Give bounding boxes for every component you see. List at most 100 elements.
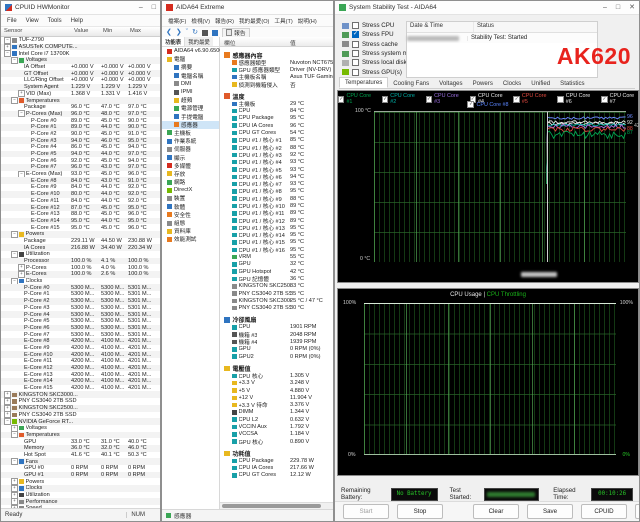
sensor-reading-row[interactable]: GPU 記憶體 36 °C [220,275,333,283]
sensor-row[interactable]: P-Core #1 5300 M... 5300 M... 5301 M... [1,291,160,298]
sensor-reading-row[interactable]: CPU #1 / 核心 #16 95 °C [220,246,333,254]
sensor-row[interactable]: P-Core #2 90.0 °C 45.0 °C 91.0 °C [1,131,160,138]
tab-cooling-fans[interactable]: Cooling Fans [388,79,434,88]
sensor-reading-row[interactable]: +3.3 V 待命 3.376 V [220,401,333,409]
nav-item[interactable]: 資料庫 [162,227,219,235]
sensor-row[interactable]: E-Core #8 4200 M... 4100 M... 4201 M... [1,337,160,345]
col-field[interactable]: 欄位 [224,38,236,47]
sensor-row[interactable]: GPU #1 0 RPM 0 RPM 0 RPM [1,471,160,479]
sensor-reading-row[interactable]: +5 V 4.880 V [220,387,333,394]
sensor-row[interactable]: P-Core #4 86.0 °C 45.0 °C 94.0 °C [1,144,160,151]
sensor-reading-row[interactable]: CPU IA Cores 96 °C [220,122,333,129]
sensor-row[interactable]: + E-Cores 100.0 % 2.6 % 100.0 % [1,270,160,278]
sensor-row[interactable]: − Fans [1,458,160,466]
tab-clocks[interactable]: Clocks [498,79,526,88]
log-col-datetime[interactable]: Date & Time [407,22,474,32]
sensor-row[interactable]: − TUF-Z790 [1,37,160,44]
sensor-row[interactable]: E-Core #14 95.0 °C 44.0 °C 95.0 °C [1,217,160,225]
nav-item[interactable]: 裝置 [162,194,219,202]
nav-item[interactable]: 電腦 [162,55,219,63]
sensor-reading-row[interactable]: 偵測到機箱侵入 否 [220,81,333,89]
checkbox-checked[interactable]: ✓ [352,31,359,39]
checkbox-unchecked[interactable] [352,59,359,67]
sensor-row[interactable]: P-Core #3 94.0 °C 46.0 °C 95.0 °C [1,137,160,144]
sensor-row[interactable]: E-Core #11 4200 M... 4100 M... 4201 M... [1,358,160,365]
tab-menu[interactable]: 功能表 [162,37,186,46]
sensor-row[interactable]: P-Core #6 92.0 °C 45.0 °C 94.0 °C [1,157,160,164]
sensor-row[interactable]: − E-Cores (Max) 93.0 °C 45.0 °C 96.0 °C [1,170,160,178]
menu-item[interactable]: View [26,18,39,24]
sensor-row[interactable]: Hot Spot 41.6 °C 40.1 °C 50.3 °C [1,452,160,459]
nav-item[interactable]: 效能測試 [162,235,219,243]
sensor-row[interactable]: E-Core #10 80.0 °C 44.0 °C 92.0 °C [1,190,160,198]
col-sensor[interactable]: Sensor [4,28,22,34]
tab-voltages[interactable]: Voltages [434,79,467,88]
sensor-row[interactable]: P-Core #2 5300 M... 5300 M... 5301 M... [1,297,160,305]
sensor-row[interactable]: + Clocks [1,484,160,492]
nav-item[interactable]: 安全性 [162,211,219,219]
sensor-row[interactable]: E-Core #14 4200 M... 4100 M... 4201 M... [1,378,160,385]
sensor-row[interactable]: GPU #0 0 RPM 0 RPM 0 RPM [1,465,160,472]
col-value[interactable]: 值 [290,38,296,47]
sensor-row[interactable]: IA Cores 216.88 W 34.40 W 220.34 W [1,244,160,251]
tab-temperatures[interactable]: Temperatures [339,77,389,88]
sensor-reading-row[interactable]: 主機板 29 °C [220,100,333,108]
sensor-reading-row[interactable]: CPU Package 229.78 W [220,457,333,464]
sensor-row[interactable]: P-Core #3 5300 M... 5300 M... 5301 M... [1,305,160,312]
sensor-row[interactable]: − Powers [1,230,160,238]
sensor-row[interactable]: P-Core #4 5300 M... 5300 M... 5301 M... [1,311,160,318]
nav-item[interactable]: 軟體 [162,203,219,211]
cpuid-button[interactable]: CPUID [581,504,627,519]
menu-item[interactable]: 說明(H) [298,17,317,25]
maximize-icon[interactable]: □ [152,4,156,11]
sensor-row[interactable]: E-Core #12 87.0 °C 45.0 °C 95.0 °C [1,204,160,211]
sensor-row[interactable]: + PNY CS3040 2TB SSD [1,397,160,405]
checkbox-unchecked[interactable] [352,50,359,58]
menu-item[interactable]: 檢視(V) [191,17,210,25]
sensor-reading-row[interactable]: GPU 核心 0.890 V [220,438,333,446]
nav-item[interactable]: 手提電腦 [162,113,219,121]
nav-item[interactable]: 作業系統 [162,137,219,145]
sensor-reading-row[interactable]: CPU Package 95 °C [220,115,333,122]
sensor-row[interactable]: IA Offset +0.000 V +0.000 V +0.000 V [1,64,160,71]
sensor-row[interactable]: + PNY CS3040 2TB SSD [1,411,160,419]
sensor-reading-row[interactable]: GPU2 0 RPM (0%) [220,353,333,360]
nav-item[interactable]: 伺服器 [162,145,219,153]
sensor-row[interactable]: Memory 36.0 °C 32.0 °C 46.0 °C [1,444,160,452]
sensor-row[interactable]: P-Core #7 5300 M... 5300 M... 5301 M... [1,331,160,338]
sensor-row[interactable]: + Utilization [1,491,160,499]
sensor-row[interactable]: − Clocks [1,277,160,285]
chart-icon[interactable] [211,29,218,36]
nav-item[interactable]: 超頻 [162,96,219,104]
nav-item[interactable]: 多媒體 [162,162,219,170]
tab-statistics[interactable]: Statistics [555,79,589,88]
nav-item[interactable]: 主機板 [162,129,219,137]
sensor-row[interactable]: + KINGSTON SKC2500... [1,404,160,412]
minimize-icon[interactable]: – [603,4,607,11]
close-icon[interactable]: ✕ [629,4,635,11]
back-icon[interactable]: ❮ [166,29,172,37]
sensor-reading-row[interactable]: PNY CS3040 2TB SSD (PNY2...35 °C [220,290,333,297]
nav-item[interactable]: 存放 [162,170,219,178]
sensor-row[interactable]: − Temperatures [1,97,160,105]
sensor-row[interactable]: E-Core #8 84.0 °C 43.0 °C 91.0 °C [1,177,160,185]
sensor-row[interactable]: − Temperatures [1,431,160,439]
sensor-reading-row[interactable]: 機箱 #4 1939 RPM [220,338,333,346]
minimize-icon[interactable]: – [139,4,143,11]
nav-item[interactable]: AIDA64 v6.90.6500 [162,47,223,55]
sensor-row[interactable]: − Voltages [1,56,160,64]
col-min[interactable]: Min [103,28,112,34]
col-max[interactable]: Max [130,28,141,34]
sensor-row[interactable]: + Powers [1,478,160,486]
clear-button[interactable]: Clear [473,504,519,519]
sensor-reading-row[interactable]: PNY CS3040 2TB SSD (PNY2...30 °C [220,305,333,312]
sensor-row[interactable]: GT Offset +0.000 V +0.000 V +0.000 V [1,70,160,78]
sensor-reading-row[interactable]: KINGSTON SKC2500M82000G33 °C [220,283,333,290]
checkbox-unchecked[interactable] [352,40,359,48]
checkbox-unchecked[interactable] [352,68,359,76]
nav-item[interactable]: 網路 [162,178,219,186]
col-value[interactable]: Value [74,28,88,34]
sensor-row[interactable]: E-Core #15 4200 M... 4100 M... 4201 M... [1,385,160,392]
tab-powers[interactable]: Powers [468,79,498,88]
nav-item[interactable]: 感應器 [162,120,219,129]
